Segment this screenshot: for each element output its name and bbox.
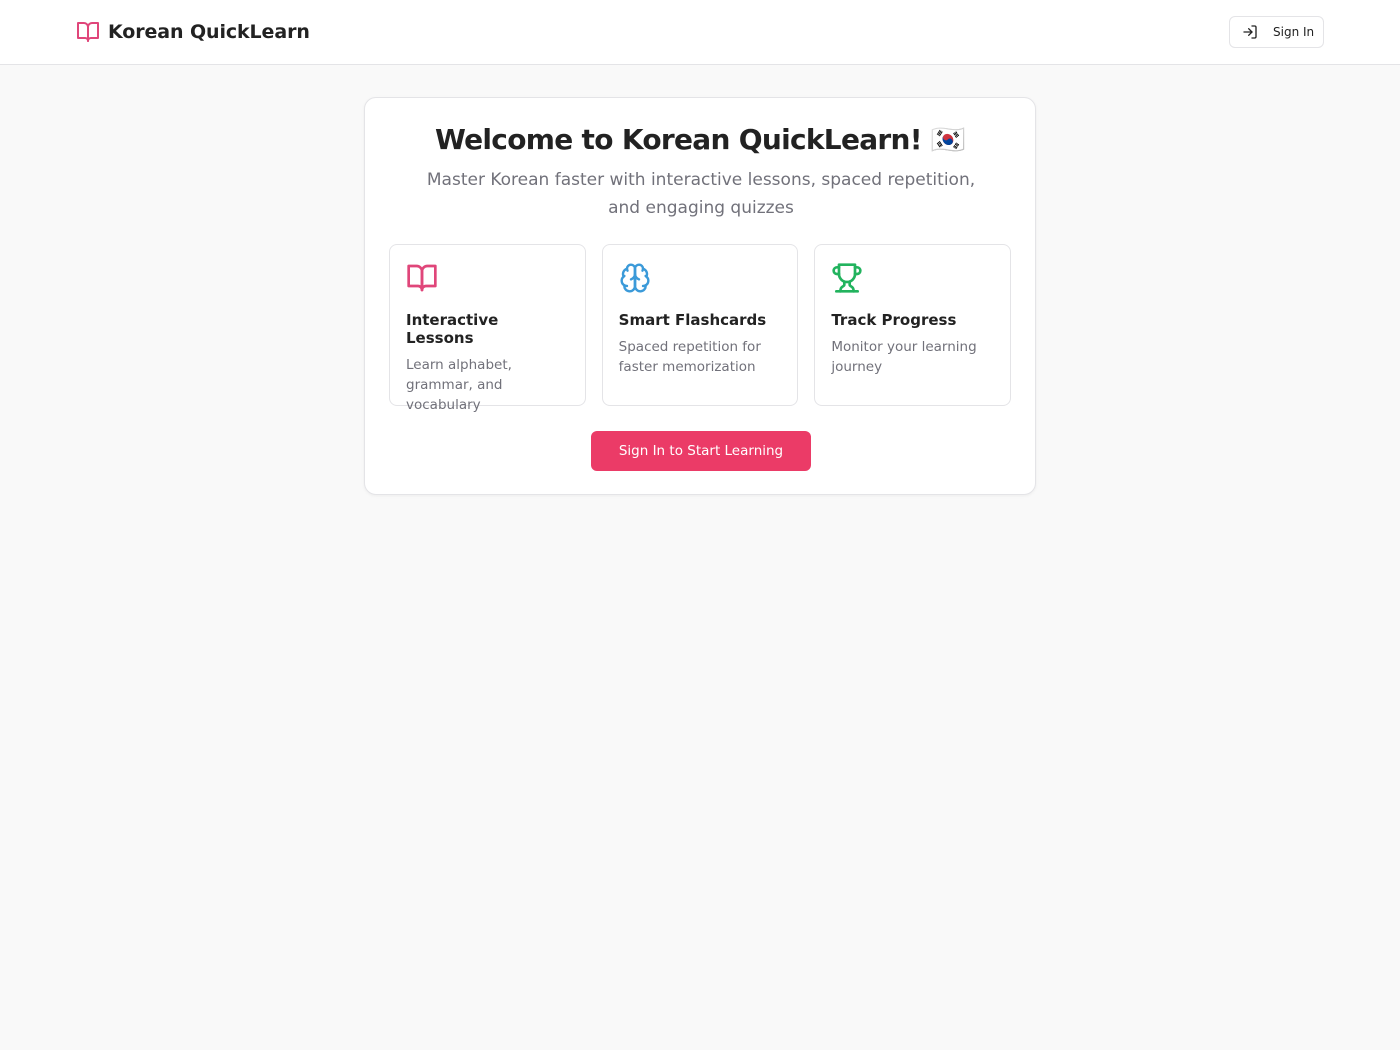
feature-description: Monitor your learning journey xyxy=(831,339,977,375)
feature-title: Interactive Lessons xyxy=(406,311,499,347)
feature-card-lessons: Interactive Lessons Learn alphabet, gram… xyxy=(389,244,586,413)
feature-title: Smart Flashcards xyxy=(618,311,767,329)
top-navbar: Korean QuickLearn Sign In xyxy=(0,0,1400,65)
welcome-card: Welcome to Korean QuickLearn! 🇰🇷 Master … xyxy=(364,97,1036,495)
brain-icon xyxy=(620,263,650,293)
feature-description: Learn alphabet, grammar, and vocabulary xyxy=(406,357,512,413)
sign-in-button[interactable]: Sign In xyxy=(1229,16,1324,48)
feature-description: Spaced repetition for faster memorizatio… xyxy=(618,339,761,375)
book-open-icon xyxy=(77,22,99,42)
feature-card-progress: Track Progress Monitor your learning jou… xyxy=(814,244,1012,406)
log-in-icon xyxy=(1243,25,1257,39)
start-learning-button[interactable]: Sign In to Start Learning xyxy=(591,431,811,471)
sign-in-label: Sign In xyxy=(1273,25,1315,39)
welcome-title: Welcome to Korean QuickLearn! 🇰🇷 xyxy=(434,123,966,156)
brand-logo-link[interactable]: Korean QuickLearn xyxy=(76,19,310,45)
feature-list: Interactive Lessons Learn alphabet, gram… xyxy=(389,244,1012,413)
welcome-subtitle: Master Korean faster with interactive le… xyxy=(426,170,976,218)
book-open-icon xyxy=(407,264,437,292)
feature-card-flashcards: Smart Flashcards Spaced repetition for f… xyxy=(601,244,799,406)
app-name: Korean QuickLearn xyxy=(108,21,310,43)
feature-title: Track Progress xyxy=(831,311,957,329)
trophy-icon xyxy=(832,263,862,293)
